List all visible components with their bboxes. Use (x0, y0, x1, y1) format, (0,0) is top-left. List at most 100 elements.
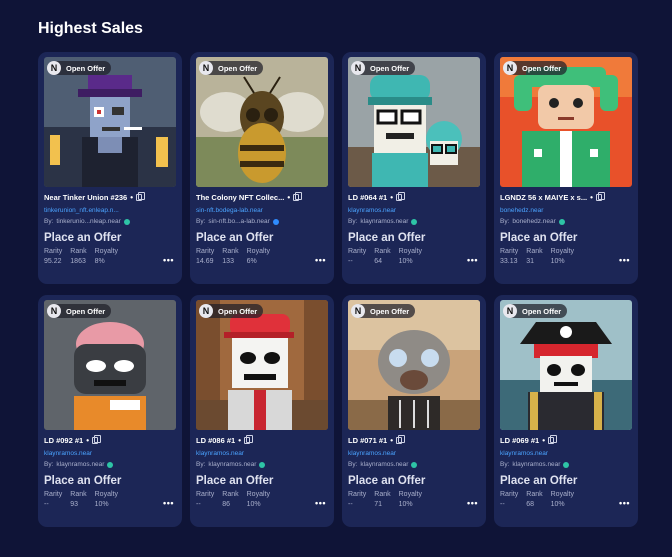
nft-card[interactable]: N Open Offer The Colony NFT Collec... • … (190, 52, 334, 284)
nft-title[interactable]: LD #064 #1 (348, 193, 387, 202)
rank-value: 64 (374, 258, 383, 265)
creator-name[interactable]: klaynramos.near (56, 461, 104, 468)
contract-link[interactable]: tinkerunion_nft.enleap.n... (44, 207, 176, 214)
royalty-value: 10% (94, 501, 109, 508)
rarity-label: Rarity (44, 248, 63, 255)
place-offer-button[interactable]: Place an Offer (44, 475, 176, 487)
copy-icon[interactable] (595, 192, 605, 201)
nft-card[interactable]: N Open Offer LD #071 #1 • klaynramos.nea… (342, 295, 486, 527)
nft-title[interactable]: LD #071 #1 (348, 436, 387, 445)
dot-separator: • (130, 193, 134, 202)
by-label: By: (44, 461, 54, 468)
more-options-icon[interactable]: ••• (163, 498, 174, 508)
nft-title[interactable]: LGNDZ 56 x MAIYE x s... (500, 193, 587, 202)
nft-title[interactable]: Near Tinker Union #236 (44, 193, 127, 202)
nft-image[interactable]: N Open Offer (348, 57, 480, 187)
near-logo-icon: N (47, 61, 61, 75)
place-offer-button[interactable]: Place an Offer (500, 232, 632, 244)
contract-link[interactable]: klaynramos.near (348, 450, 480, 457)
royalty-value: 10% (550, 258, 565, 265)
more-options-icon[interactable]: ••• (315, 255, 326, 265)
nft-card[interactable]: N Open Offer LD #069 #1 • klaynramos.nea… (494, 295, 638, 527)
near-logo-icon: N (47, 304, 61, 318)
rarity-value: 95.22 (44, 258, 62, 265)
section-title: Highest Sales (38, 20, 143, 37)
dot-separator: • (287, 193, 291, 202)
by-label: By: (500, 461, 510, 468)
rank-label: Rank (374, 248, 391, 255)
nft-image[interactable]: N Open Offer (500, 300, 632, 430)
more-options-icon[interactable]: ••• (467, 255, 478, 265)
creator-name[interactable]: bonehedz.near (512, 218, 555, 225)
rarity-value: -- (348, 258, 353, 265)
royalty-label: Royalty (94, 491, 118, 498)
royalty-value: 10% (398, 501, 413, 508)
royalty-label: Royalty (398, 248, 422, 255)
nft-title[interactable]: LD #092 #1 (44, 436, 83, 445)
place-offer-button[interactable]: Place an Offer (196, 232, 328, 244)
creator-name[interactable]: tinkerunio...nleap.near (56, 218, 120, 225)
copy-icon[interactable] (396, 192, 406, 201)
creator-name[interactable]: sin-nft.bo...a-lab.near (208, 218, 269, 225)
rarity-value: -- (500, 501, 505, 508)
place-offer-button[interactable]: Place an Offer (44, 232, 176, 244)
badge-label: Open Offer (218, 63, 258, 73)
rarity-value: -- (348, 501, 353, 508)
royalty-label: Royalty (398, 491, 422, 498)
near-logo-icon: N (351, 61, 365, 75)
open-offer-badge: N Open Offer (199, 61, 264, 75)
place-offer-button[interactable]: Place an Offer (196, 475, 328, 487)
dot-separator: • (542, 436, 546, 445)
dot-separator: • (390, 193, 394, 202)
nft-card[interactable]: N Open Offer LGNDZ 56 x MAIYE x s... • b… (494, 52, 638, 284)
copy-icon[interactable] (244, 435, 254, 444)
creator-name[interactable]: klaynramos.near (360, 218, 408, 225)
more-options-icon[interactable]: ••• (619, 498, 630, 508)
rarity-label: Rarity (348, 248, 367, 255)
nft-image[interactable]: N Open Offer (196, 57, 328, 187)
creator-name[interactable]: klaynramos.near (512, 461, 560, 468)
badge-label: Open Offer (370, 306, 410, 316)
contract-link[interactable]: sin-nft.bodega-lab.near (196, 207, 328, 214)
nft-card[interactable]: N Open Offer LD #086 #1 • klaynramos.nea… (190, 295, 334, 527)
more-options-icon[interactable]: ••• (163, 255, 174, 265)
contract-link[interactable]: klaynramos.near (348, 207, 480, 214)
nft-card[interactable]: N Open Offer LD #092 #1 • klaynramos.nea… (38, 295, 182, 527)
copy-icon[interactable] (548, 435, 558, 444)
rank-label: Rank (70, 248, 87, 255)
copy-icon[interactable] (92, 435, 102, 444)
nft-image[interactable]: N Open Offer (500, 57, 632, 187)
contract-link[interactable]: bonehedz.near (500, 207, 632, 214)
place-offer-button[interactable]: Place an Offer (500, 475, 632, 487)
rarity-value: 33.13 (500, 258, 518, 265)
more-options-icon[interactable]: ••• (619, 255, 630, 265)
nft-card[interactable]: N Open Offer LD #064 #1 • klaynramos.nea… (342, 52, 486, 284)
more-options-icon[interactable]: ••• (467, 498, 478, 508)
nft-title[interactable]: The Colony NFT Collec... (196, 193, 284, 202)
creator-name[interactable]: klaynramos.near (208, 461, 256, 468)
nft-image[interactable]: N Open Offer (196, 300, 328, 430)
nft-image[interactable]: N Open Offer (348, 300, 480, 430)
badge-label: Open Offer (522, 63, 562, 73)
nft-image[interactable]: N Open Offer (44, 57, 176, 187)
place-offer-button[interactable]: Place an Offer (348, 475, 480, 487)
royalty-label: Royalty (246, 491, 270, 498)
creator-name[interactable]: klaynramos.near (360, 461, 408, 468)
nft-title[interactable]: LD #086 #1 (196, 436, 235, 445)
near-logo-icon: N (199, 304, 213, 318)
royalty-label: Royalty (550, 248, 574, 255)
copy-icon[interactable] (136, 192, 146, 201)
contract-link[interactable]: klaynramos.near (500, 450, 632, 457)
place-offer-button[interactable]: Place an Offer (348, 232, 480, 244)
copy-icon[interactable] (293, 192, 303, 201)
badge-label: Open Offer (522, 306, 562, 316)
rank-label: Rank (526, 491, 543, 498)
copy-icon[interactable] (396, 435, 406, 444)
contract-link[interactable]: klaynramos.near (196, 450, 328, 457)
more-options-icon[interactable]: ••• (315, 498, 326, 508)
nft-image[interactable]: N Open Offer (44, 300, 176, 430)
nft-title[interactable]: LD #069 #1 (500, 436, 539, 445)
near-logo-icon: N (503, 61, 517, 75)
contract-link[interactable]: klaynramos.near (44, 450, 176, 457)
nft-card[interactable]: N Open Offer Near Tinker Union #236 • ti… (38, 52, 182, 284)
